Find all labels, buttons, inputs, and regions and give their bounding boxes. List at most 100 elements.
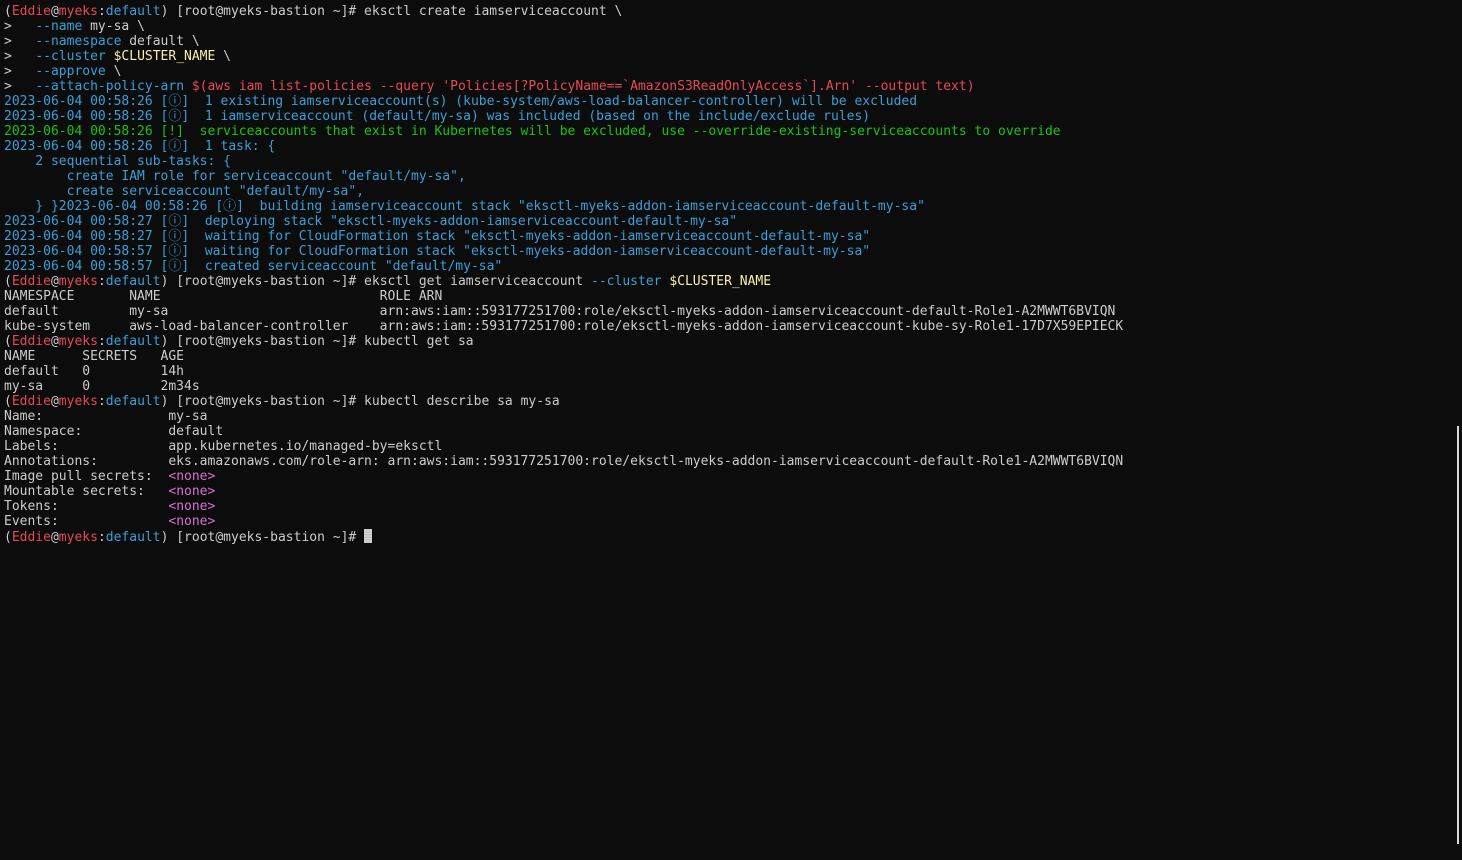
terminal-text: ) [root@myeks-bastion ~]# eksctl create … xyxy=(160,4,623,19)
terminal-text: Eddie xyxy=(11,274,51,289)
terminal-text: <none> xyxy=(168,499,216,514)
terminal-text: Annotations: eks.amazonaws.com/role-arn:… xyxy=(4,454,1124,469)
terminal-text: Eddie xyxy=(11,334,51,349)
terminal-line: Name: my-sa xyxy=(4,409,1450,424)
terminal-text: default 0 14h xyxy=(4,364,185,379)
terminal-text: myeks xyxy=(58,274,98,289)
terminal-text: default xyxy=(105,334,161,349)
terminal-line: 2023-06-04 00:58:57 [ⓘ] waiting for Clou… xyxy=(4,244,1450,259)
terminal-line: 2 sequential sub-tasks: { xyxy=(4,154,1450,169)
terminal-text: Name: my-sa xyxy=(4,409,208,424)
terminal-text: create serviceaccount "default/my-sa", xyxy=(4,184,365,199)
terminal-text: Namespace: default xyxy=(4,424,224,439)
terminal-line: 2023-06-04 00:58:26 [ⓘ] 1 task: { xyxy=(4,139,1450,154)
terminal-text: > xyxy=(4,64,36,79)
terminal-text: --cluster xyxy=(35,49,106,64)
terminal-text: \ xyxy=(215,49,231,64)
terminal-text: 2023-06-04 00:58:57 [ⓘ] waiting for Clou… xyxy=(4,244,871,259)
terminal-text: > xyxy=(4,79,36,94)
terminal-line: create IAM role for serviceaccount "defa… xyxy=(4,169,1450,184)
terminal-text: Events: xyxy=(4,514,169,529)
terminal-line: Namespace: default xyxy=(4,424,1450,439)
terminal-text: --attach-policy-arn xyxy=(35,79,185,94)
terminal-line: Events: <none> xyxy=(4,514,1450,529)
terminal-text: --cluster xyxy=(591,274,662,289)
terminal-text: default xyxy=(105,274,161,289)
terminal-text: : xyxy=(97,274,106,289)
terminal-line: (Eddie@myeks:default) [root@myeks-bastio… xyxy=(4,274,1450,289)
terminal-line: (Eddie@myeks:default) [root@myeks-bastio… xyxy=(4,394,1450,409)
terminal-text: 2023-06-04 00:58:26 [ⓘ] 1 iamserviceacco… xyxy=(4,109,871,124)
terminal-text: \ xyxy=(105,64,122,79)
terminal-text: --namespace xyxy=(35,34,122,49)
terminal-text: default xyxy=(105,530,161,545)
terminal-cursor xyxy=(364,529,373,543)
terminal-scrollbar[interactable] xyxy=(1457,426,1459,844)
terminal-text: @ xyxy=(50,394,59,409)
terminal-text: 2023-06-04 00:58:27 [ⓘ] deploying stack … xyxy=(4,214,738,229)
terminal-line: 2023-06-04 00:58:57 [ⓘ] created servicea… xyxy=(4,259,1450,274)
terminal-text: create IAM role for serviceaccount "defa… xyxy=(4,169,466,184)
terminal-text: > xyxy=(4,49,36,64)
terminal-text: 2023-06-04 00:58:57 [ⓘ] created servicea… xyxy=(4,259,503,274)
terminal-line: 2023-06-04 00:58:27 [ⓘ] waiting for Clou… xyxy=(4,229,1450,244)
terminal-text: : xyxy=(97,334,106,349)
terminal-text: NAME SECRETS AGE xyxy=(4,349,185,364)
terminal-text: Eddie xyxy=(11,530,51,545)
terminal-text: myeks xyxy=(58,394,98,409)
terminal-text: ( xyxy=(4,274,12,289)
terminal-text: $(aws iam list-policies --query 'Policie… xyxy=(191,79,975,94)
terminal-text: default my-sa arn:aws:iam::593177251700:… xyxy=(4,304,1116,319)
terminal-line: (Eddie@myeks:default) [root@myeks-bastio… xyxy=(4,334,1450,349)
terminal-text: my-sa \ xyxy=(82,19,145,34)
terminal-text: kube-system aws-load-balancer-controller… xyxy=(4,319,1124,334)
terminal-line: Image pull secrets: <none> xyxy=(4,469,1450,484)
terminal-text: <none> xyxy=(168,514,216,529)
terminal-text: 2023-06-04 00:58:26 [!] serviceaccounts … xyxy=(4,124,1061,139)
terminal-text: Eddie xyxy=(11,394,51,409)
terminal-text: ( xyxy=(4,4,12,19)
terminal-line: (Eddie@myeks:default) [root@myeks-bastio… xyxy=(4,4,1450,19)
terminal-line: 2023-06-04 00:58:27 [ⓘ] deploying stack … xyxy=(4,214,1450,229)
terminal-text: ) [root@myeks-bastion ~]# xyxy=(160,530,365,545)
terminal-line: > --cluster $CLUSTER_NAME \ xyxy=(4,49,1450,64)
terminal-text: ( xyxy=(4,334,12,349)
terminal-line: } }2023-06-04 00:58:26 [ⓘ] building iams… xyxy=(4,199,1450,214)
terminal-line: Mountable secrets: <none> xyxy=(4,484,1450,499)
terminal-text: <none> xyxy=(168,469,216,484)
terminal-text: Labels: app.kubernetes.io/managed-by=eks… xyxy=(4,439,443,454)
terminal-output[interactable]: (Eddie@myeks:default) [root@myeks-bastio… xyxy=(4,4,1450,545)
terminal-text: <none> xyxy=(168,484,216,499)
terminal-text: ) [root@myeks-bastion ~]# eksctl get iam… xyxy=(160,274,592,289)
terminal-text: ) [root@myeks-bastion ~]# kubectl get sa xyxy=(160,334,474,349)
terminal-text: default \ xyxy=(121,34,200,49)
terminal-text: @ xyxy=(50,274,59,289)
terminal-text: $CLUSTER_NAME xyxy=(113,49,216,64)
terminal-line: Annotations: eks.amazonaws.com/role-arn:… xyxy=(4,454,1450,469)
terminal-line: > --namespace default \ xyxy=(4,34,1450,49)
terminal-text: --name xyxy=(35,19,83,34)
terminal-text: Mountable secrets: xyxy=(4,484,169,499)
terminal-text: my-sa 0 2m34s xyxy=(4,379,200,394)
terminal-line: NAME SECRETS AGE xyxy=(4,349,1450,364)
terminal-text: default xyxy=(105,4,161,19)
terminal-text: NAMESPACE NAME ROLE ARN xyxy=(4,289,443,304)
terminal-line: > --attach-policy-arn $(aws iam list-pol… xyxy=(4,79,1450,94)
terminal-text: @ xyxy=(50,334,59,349)
terminal-text: : xyxy=(97,394,106,409)
terminal-text: > xyxy=(4,19,36,34)
terminal-line: kube-system aws-load-balancer-controller… xyxy=(4,319,1450,334)
terminal-text: Image pull secrets: xyxy=(4,469,169,484)
terminal-line: > --approve \ xyxy=(4,64,1450,79)
terminal-text: Eddie xyxy=(11,4,51,19)
terminal-text: 2023-06-04 00:58:26 [ⓘ] 1 existing iamse… xyxy=(4,94,918,109)
terminal-line: my-sa 0 2m34s xyxy=(4,379,1450,394)
terminal-text: 2023-06-04 00:58:27 [ⓘ] waiting for Clou… xyxy=(4,229,871,244)
terminal-line: 2023-06-04 00:58:26 [ⓘ] 1 existing iamse… xyxy=(4,94,1450,109)
terminal-line: default my-sa arn:aws:iam::593177251700:… xyxy=(4,304,1450,319)
terminal-text: $CLUSTER_NAME xyxy=(669,274,772,289)
terminal-line: 2023-06-04 00:58:26 [!] serviceaccounts … xyxy=(4,124,1450,139)
terminal-line: Labels: app.kubernetes.io/managed-by=eks… xyxy=(4,439,1450,454)
terminal-text: } }2023-06-04 00:58:26 [ⓘ] building iams… xyxy=(4,199,925,214)
